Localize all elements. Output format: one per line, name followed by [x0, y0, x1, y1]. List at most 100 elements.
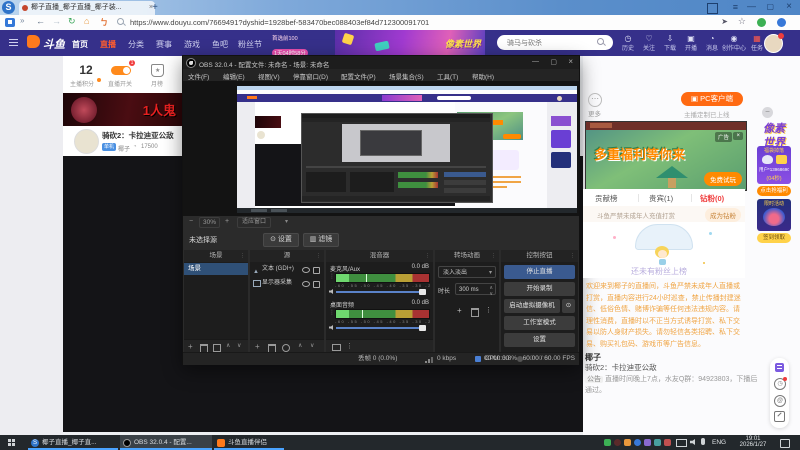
tray-icon-7[interactable] — [664, 439, 671, 446]
menu-edit[interactable]: 编辑(E) — [223, 71, 245, 81]
pixel-world-logo[interactable]: 像素 世界 — [756, 120, 792, 149]
promo-banner[interactable]: 1人鬼 — [63, 93, 182, 126]
transition-select[interactable]: 淡入淡出 ▾ — [438, 266, 496, 278]
sogou-logo-icon[interactable]: S — [2, 1, 15, 14]
collapse-rail-button[interactable]: − — [762, 107, 773, 118]
menu-view[interactable]: 视图(V) — [258, 71, 280, 81]
start-button[interactable] — [8, 439, 16, 447]
more-label[interactable]: 更多 — [588, 108, 601, 118]
tray-icon-2[interactable] — [614, 439, 621, 446]
header-action-history[interactable]: ◷ 历史 — [617, 34, 639, 52]
nav-esports[interactable]: 赛事 — [156, 39, 172, 50]
zoom-in-button[interactable]: + — [225, 218, 229, 225]
layout-mode-icon[interactable] — [775, 363, 784, 372]
tray-icon-6[interactable] — [654, 439, 661, 446]
monitor-tray-icon[interactable] — [676, 439, 687, 447]
pc-client-button[interactable]: ▣ PC客户端 — [681, 92, 743, 106]
nav-home[interactable]: 首页 — [72, 39, 88, 50]
tab-list-icon[interactable]: » — [20, 16, 24, 25]
monthly-rank-icon[interactable]: ★ — [151, 64, 164, 77]
zoom-out-button[interactable]: − — [189, 218, 193, 225]
source-row-display[interactable]: 显示器采集 — [250, 277, 324, 290]
stop-streaming-button[interactable]: 停止直播 — [504, 265, 575, 279]
hamburger-icon[interactable] — [9, 39, 18, 46]
menu-scene-collection[interactable]: 场景集合(S) — [389, 71, 424, 81]
scene-item[interactable]: 场景 — [184, 263, 248, 275]
account-sync-icon[interactable] — [777, 18, 786, 27]
source-settings-button[interactable]: ⊙ 设置 — [263, 233, 299, 247]
mixer-settings-icon[interactable] — [332, 344, 341, 351]
mixer-more-icon[interactable]: ⋮ — [346, 342, 353, 350]
nav-live[interactable]: 直播 — [100, 39, 116, 50]
nav-category[interactable]: 分类 — [128, 39, 144, 50]
room-card[interactable]: 骑砍2：卡拉迪亚公敌 单机 椰子 ◔ 17500 — [63, 126, 182, 156]
event-card[interactable]: 限时活动 — [757, 199, 791, 231]
share-icon[interactable]: ➤ — [721, 17, 728, 26]
mixer-ch1-slider[interactable] — [336, 289, 426, 295]
header-banner[interactable]: 像素世界 — [335, 30, 485, 56]
window-close-button[interactable]: × — [786, 1, 792, 12]
menu-help[interactable]: 帮助(H) — [472, 71, 494, 81]
tab-vip[interactable]: 贵宾(1) — [649, 193, 673, 204]
sogou-shortcut-icon[interactable]: ㄅ — [100, 17, 108, 28]
lock-icon[interactable] — [313, 281, 320, 288]
refresh-icon[interactable]: ↻ — [68, 16, 76, 27]
volume-tray-icon[interactable] — [690, 439, 695, 445]
mixer-ch2-slider[interactable] — [336, 325, 426, 331]
favorite-icon[interactable]: ☆ — [738, 16, 746, 27]
ad-cta-button[interactable]: 免费试玩 — [704, 172, 742, 186]
lock-icon[interactable] — [313, 267, 320, 274]
transition-props-icon[interactable]: ⋮ — [485, 306, 492, 314]
browser-menu-icon[interactable]: ≡ — [733, 2, 738, 12]
notification-center-icon[interactable] — [780, 439, 790, 448]
become-fan-button[interactable]: 成为钻粉 — [705, 208, 741, 222]
nav-games[interactable]: 游戏 — [184, 39, 200, 50]
start-recording-button[interactable]: 开始录制 — [504, 282, 575, 296]
obs-maximize-button[interactable]: ▢ — [550, 58, 557, 66]
douyu-logo-text[interactable]: 斗鱼 — [43, 36, 65, 52]
back-icon[interactable]: ← — [36, 16, 45, 26]
source-filters-button[interactable]: ▥ 滤镜 — [303, 233, 339, 247]
speaker-icon[interactable] — [329, 289, 333, 294]
window-maximize-button[interactable]: ▢ — [766, 2, 774, 11]
preview-canvas[interactable] — [237, 86, 577, 213]
mic-tray-icon[interactable] — [701, 438, 705, 445]
obs-settings-button[interactable]: 设置 — [504, 333, 575, 347]
studio-mode-button[interactable]: 工作室模式 — [504, 316, 575, 330]
source-properties-icon[interactable] — [282, 344, 290, 352]
taskbar-app-obs[interactable]: OBS 32.0.4 - 配置... — [120, 435, 212, 450]
menu-tools[interactable]: 工具(T) — [437, 71, 458, 81]
avatar[interactable] — [764, 33, 784, 53]
live-toggle[interactable] — [111, 66, 131, 75]
speaker-icon[interactable] — [329, 325, 333, 330]
header-action-creator-center[interactable]: ◉ 创作中心 — [720, 34, 748, 52]
search-submit-icon[interactable] — [597, 38, 606, 46]
visibility-icon[interactable] — [302, 281, 310, 287]
monthly-rank-label[interactable]: 月榜 — [151, 79, 163, 88]
taskbar-app-browser[interactable]: S 椰子直播_椰子直... — [28, 435, 118, 450]
source-row-text[interactable]: ▲ 文本 (GDI+) — [250, 263, 324, 276]
source-down-icon[interactable]: ∨ — [310, 342, 314, 349]
lucky-drop-card[interactable]: 福袋掉落 用户*13968690... (04秒) — [757, 146, 791, 184]
zoom-fit-button[interactable]: 适应窗口 — [237, 217, 272, 228]
browser-tab[interactable]: 椰子直播_椰子直播_椰子装... × — [19, 1, 155, 15]
header-action-follow[interactable]: ♡ 关注 — [638, 34, 660, 52]
scene-add-icon[interactable]: + — [188, 342, 193, 351]
header-action-download[interactable]: ⇩ 下载 — [659, 34, 681, 52]
more-icon[interactable]: ⋯ — [588, 93, 602, 107]
taskbar-app-douyu-companion[interactable]: 斗鱼直播伴侣 — [214, 435, 284, 450]
room-avatar[interactable] — [74, 129, 99, 154]
menu-file[interactable]: 文件(F) — [188, 71, 209, 81]
workspace-icon[interactable] — [5, 18, 15, 27]
forward-icon[interactable]: → — [52, 16, 61, 26]
douyu-logo-icon[interactable] — [27, 35, 40, 48]
menu-profile[interactable]: 配置文件(P) — [341, 71, 376, 81]
transition-add-icon[interactable]: + — [457, 306, 462, 315]
nav-yuba[interactable]: 鱼吧 — [212, 39, 228, 50]
scene-filters-icon[interactable] — [213, 344, 221, 352]
ad-player[interactable]: 多重福利等你来 广告 × 免费试玩 — [585, 121, 747, 191]
zoom-dropdown-icon[interactable]: ▾ — [285, 218, 288, 225]
new-tab-button[interactable]: + — [152, 2, 158, 13]
event-countdown-badge[interactable]: 首选前100 1天04时58分 — [272, 34, 308, 57]
home-icon[interactable]: ⌂ — [84, 16, 89, 26]
